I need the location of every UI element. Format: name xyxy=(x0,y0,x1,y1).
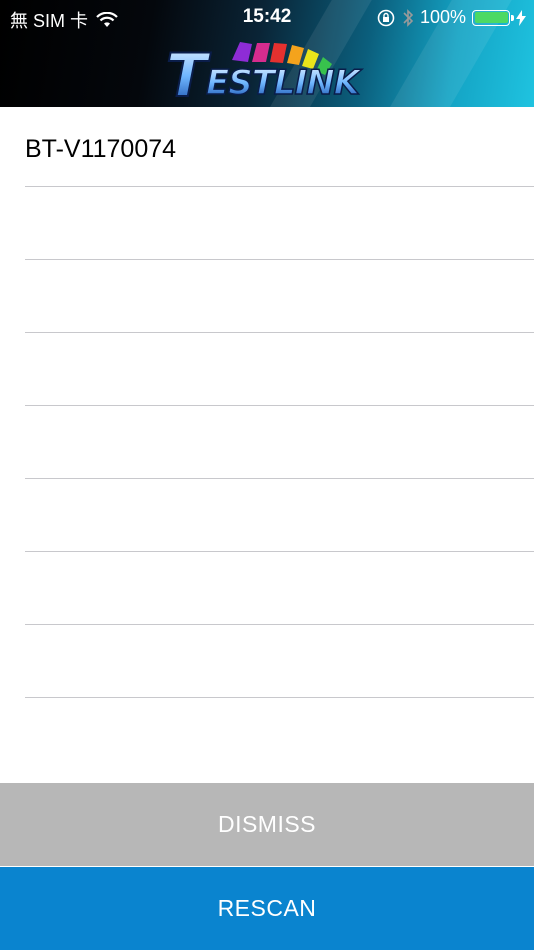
list-item[interactable] xyxy=(25,625,534,698)
bluetooth-icon xyxy=(403,8,414,27)
device-list: BT-V1170074 xyxy=(0,107,534,698)
list-item[interactable] xyxy=(25,479,534,552)
list-item[interactable] xyxy=(25,333,534,406)
dismiss-button[interactable]: DISMISS xyxy=(0,783,534,866)
status-bar: 無 SIM 卡 15:42 100% xyxy=(0,0,534,34)
battery-fill xyxy=(474,12,508,23)
battery-icon xyxy=(472,9,514,26)
svg-text:T: T xyxy=(166,41,211,102)
list-item[interactable]: BT-V1170074 xyxy=(25,107,534,187)
battery-nub xyxy=(511,14,514,21)
list-item[interactable] xyxy=(25,552,534,625)
app-header: 無 SIM 卡 15:42 100% T ESTLINK xyxy=(0,0,534,107)
battery-percent: 100% xyxy=(419,7,466,27)
rescan-button[interactable]: RESCAN xyxy=(0,867,534,950)
list-item[interactable] xyxy=(25,260,534,333)
testlink-logo: T ESTLINK xyxy=(165,40,364,102)
list-item[interactable] xyxy=(25,406,534,479)
orientation-lock-icon xyxy=(377,9,395,26)
logo-text: ESTLINK xyxy=(206,63,363,102)
list-item[interactable] xyxy=(25,187,534,260)
status-right: 100% xyxy=(376,7,526,28)
charging-bolt-icon xyxy=(516,9,526,26)
device-name: BT-V1170074 xyxy=(25,135,177,163)
